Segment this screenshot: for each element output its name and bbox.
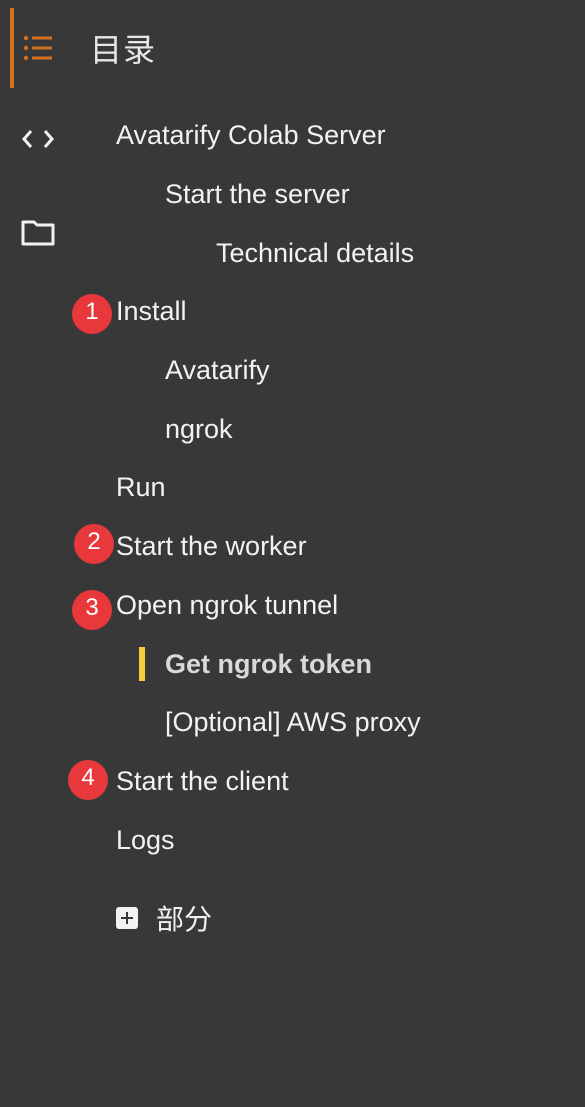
toc-item-technical-details[interactable]: Technical details — [216, 235, 414, 271]
toc-item-open-ngrok-tunnel[interactable]: Open ngrok tunnel — [116, 587, 338, 623]
toc-item-ngrok[interactable]: ngrok — [165, 411, 233, 447]
toc-item-start-the-worker[interactable]: Start the worker — [116, 528, 307, 564]
rail-active-indicator — [10, 8, 14, 88]
step-badge-4: 4 — [68, 760, 108, 800]
toc-active-marker — [139, 647, 145, 681]
step-badge-3: 3 — [72, 590, 112, 630]
folder-icon[interactable] — [20, 214, 56, 250]
add-section-label: 部分 — [156, 903, 213, 936]
toc-item-aws-proxy[interactable]: [Optional] AWS proxy — [165, 704, 421, 740]
toc-item-avatarify-colab-server[interactable]: Avatarify Colab Server — [116, 117, 386, 153]
step-badge-1: 1 — [72, 294, 112, 334]
toc-item-install[interactable]: Install — [116, 293, 187, 329]
toc-item-logs[interactable]: Logs — [116, 822, 175, 858]
panel-title: 目录 — [90, 31, 157, 69]
toc-item-start-the-client[interactable]: Start the client — [116, 763, 289, 799]
plus-square-icon — [116, 907, 138, 929]
code-brackets-icon[interactable] — [20, 121, 56, 157]
add-section-button[interactable]: 部分 — [116, 898, 212, 938]
toc-item-start-the-server[interactable]: Start the server — [165, 176, 350, 212]
toc-list-icon[interactable] — [20, 30, 56, 66]
toc-item-avatarify[interactable]: Avatarify — [165, 352, 270, 388]
toc-item-run[interactable]: Run — [116, 469, 166, 505]
toc-sidebar-panel: 目录 Avatarify Colab Server Start the serv… — [0, 0, 585, 1107]
step-badge-2: 2 — [74, 524, 114, 564]
toc-item-get-ngrok-token[interactable]: Get ngrok token — [165, 646, 372, 682]
